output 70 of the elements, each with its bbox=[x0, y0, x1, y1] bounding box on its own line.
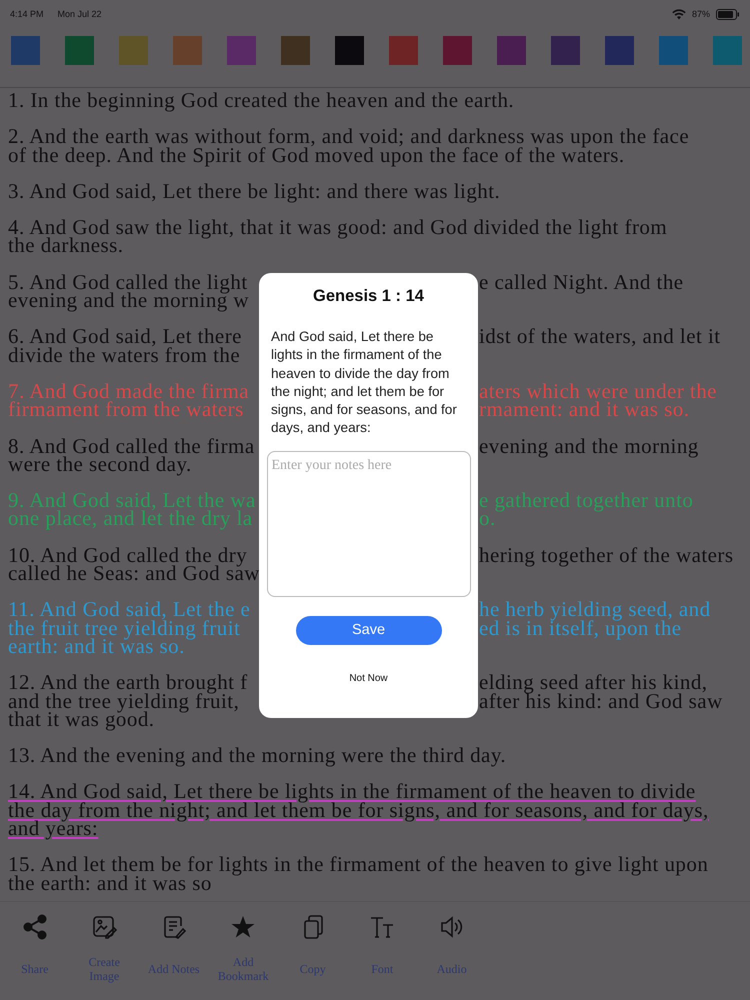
verse-text[interactable]: evening and the morning w bbox=[8, 292, 250, 310]
color-swatch[interactable] bbox=[281, 36, 310, 65]
star-icon bbox=[230, 914, 256, 940]
dialog-title: Genesis 1 : 14 bbox=[313, 287, 424, 306]
color-swatch[interactable] bbox=[389, 36, 418, 65]
verse-text[interactable]: 9. And God said, Let the wa bbox=[8, 492, 259, 510]
verse-text[interactable]: o. bbox=[479, 510, 496, 529]
color-swatch[interactable] bbox=[173, 36, 202, 65]
verse-text[interactable]: elding seed after his kind, bbox=[479, 674, 708, 693]
color-swatch[interactable] bbox=[11, 36, 40, 65]
color-swatch[interactable] bbox=[659, 36, 688, 65]
verse-text[interactable]: aters which were under the bbox=[479, 382, 717, 402]
color-swatch[interactable] bbox=[497, 36, 526, 65]
verse-text[interactable]: one place, and let the dry la bbox=[8, 510, 259, 529]
verse-text[interactable]: called he Seas: and God saw bbox=[8, 565, 260, 584]
battery-icon bbox=[716, 8, 740, 20]
not-now-button[interactable]: Not Now bbox=[343, 668, 394, 688]
verse-text[interactable]: divide the waters from the bbox=[8, 346, 240, 365]
color-swatch[interactable] bbox=[713, 36, 742, 65]
verse-text[interactable]: 10. And God called the dry bbox=[8, 546, 259, 566]
verse-text[interactable]: hering together of the waters bbox=[479, 546, 734, 566]
verse-text[interactable]: and the tree yielding fruit, bbox=[8, 692, 259, 711]
status-date: Mon Jul 22 bbox=[58, 9, 102, 19]
verse-text[interactable]: 3. And God said, Let there be light: and there was light. bbox=[8, 182, 500, 202]
battery-percent: 87% bbox=[692, 9, 710, 19]
verse-text[interactable]: ed is in itself, upon the bbox=[479, 620, 682, 638]
speaker-icon bbox=[438, 914, 465, 940]
verse-text[interactable]: e called Night. And the bbox=[479, 274, 684, 292]
verse-text[interactable]: 15. And let them be for lights in the firmament of the heaven to give light upon bbox=[8, 856, 708, 875]
notes-field[interactable]: Enter your notes here bbox=[266, 450, 470, 597]
verse-text[interactable]: evening and the morning bbox=[479, 438, 699, 456]
color-swatch[interactable] bbox=[119, 36, 148, 65]
verse-text[interactable]: 4. And God saw the light, that it was good: and God divided the light from bbox=[8, 219, 668, 238]
color-swatch[interactable] bbox=[335, 36, 364, 65]
verse-text[interactable]: 1. In the beginning God created the heaven and the earth. bbox=[8, 92, 514, 110]
verse-text[interactable]: of the deep. And the Spirit of God moved upon the face of the waters. bbox=[8, 146, 625, 165]
verse-text[interactable]: the darkness. bbox=[8, 237, 124, 256]
color-swatch[interactable] bbox=[443, 36, 472, 65]
wifi-icon bbox=[672, 8, 686, 20]
verse-text[interactable]: 13. And the evening and the morning were the third day. bbox=[8, 747, 506, 766]
color-swatch[interactable] bbox=[227, 36, 256, 65]
verse-preview: And God said, Let there be lights in the firmament of the heaven to divide the day from the night; and let them be for signs, and for seasons, and for days, and years: bbox=[270, 328, 458, 438]
status-time: 4:14 PM bbox=[10, 9, 44, 19]
verse-text[interactable]: firmament from the waters bbox=[8, 401, 259, 420]
verse-text[interactable]: e gathered together unto bbox=[479, 492, 694, 510]
verse-text[interactable]: the earth: and it was so bbox=[8, 874, 212, 893]
color-swatch[interactable] bbox=[65, 36, 94, 65]
save-button[interactable]: Save bbox=[296, 616, 442, 645]
verse-text[interactable]: 6. And God said, Let there bbox=[8, 328, 259, 347]
verse-text[interactable]: 12. And the earth brought f bbox=[8, 674, 259, 693]
verse-text[interactable]: 5. And God called the light bbox=[8, 274, 259, 292]
verse-text[interactable]: 14. And God said, Let there be lights in the firmament of the heaven to divide bbox=[8, 783, 696, 802]
verse-text[interactable]: idst of the waters, and let it bbox=[479, 328, 721, 347]
verse-text[interactable]: were the second day. bbox=[8, 456, 192, 474]
verse-text[interactable]: the day from the night; and let them be for signs, and for seasons, and for days, bbox=[8, 802, 709, 820]
verse-text[interactable]: the fruit tree yielding fruit bbox=[8, 620, 259, 638]
verse-text[interactable]: rmament: and it was so. bbox=[479, 401, 690, 420]
verse-text[interactable]: 8. And God called the firma bbox=[8, 438, 259, 456]
share-icon bbox=[22, 914, 48, 940]
verse-text[interactable]: 2. And the earth was without form, and void; and darkness was upon the face bbox=[8, 128, 690, 147]
verse-text[interactable]: 7. And God made the firma bbox=[8, 382, 259, 402]
font-size-icon bbox=[369, 914, 396, 940]
verse-text[interactable]: that it was good. bbox=[8, 710, 154, 730]
verse-text[interactable]: he herb yielding seed, and bbox=[479, 601, 711, 620]
verse-text[interactable]: and years: bbox=[8, 820, 98, 838]
image-edit-icon bbox=[91, 914, 118, 940]
verse-text[interactable]: 11. And God said, Let the e bbox=[8, 601, 259, 620]
color-swatch[interactable] bbox=[605, 36, 634, 65]
color-swatch[interactable] bbox=[551, 36, 580, 65]
verse-text[interactable]: after his kind: and God saw bbox=[479, 692, 723, 711]
